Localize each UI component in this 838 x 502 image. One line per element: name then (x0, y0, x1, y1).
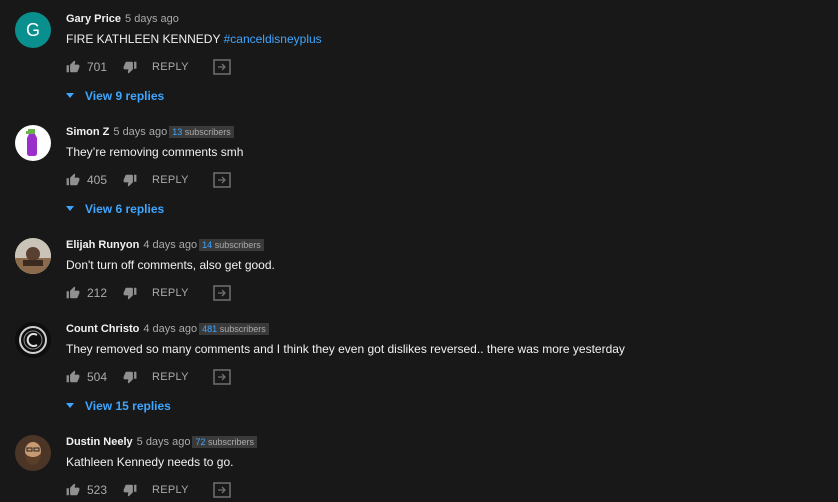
author-name[interactable]: Simon Z (66, 126, 109, 138)
comment-time[interactable]: 4 days ago (143, 323, 197, 335)
like-count: 523 (87, 483, 108, 497)
comment-header: Simon Z 5 days ago 13 subscribers (66, 125, 234, 139)
subscriber-label: subscribers (219, 324, 266, 334)
comment-text: Kathleen Kennedy needs to go. (66, 455, 234, 469)
like-count: 504 (87, 370, 108, 384)
comment-actions: 523 REPLY (66, 481, 231, 499)
avatar[interactable] (15, 435, 51, 471)
thumbs-down-icon[interactable] (123, 370, 137, 384)
view-replies-label: View 15 replies (85, 399, 171, 413)
reply-button[interactable]: REPLY (152, 287, 189, 299)
comment-time[interactable]: 5 days ago (125, 13, 179, 25)
extension-icon[interactable] (213, 172, 231, 188)
photo-avatar-icon (15, 238, 51, 274)
comment-text: Don't turn off comments, also get good. (66, 258, 275, 272)
comment-header: Count Christo 4 days ago 481 subscribers (66, 322, 269, 336)
author-name[interactable]: Dustin Neely (66, 436, 133, 448)
avatar[interactable]: G (15, 12, 51, 48)
like-count: 701 (87, 60, 108, 74)
comment-text: FIRE KATHLEEN KENNEDY #canceldisneyplus (66, 32, 322, 46)
comment-actions: 504 REPLY (66, 368, 231, 386)
avatar[interactable] (15, 322, 51, 358)
comment-actions: 405 REPLY (66, 171, 231, 189)
comment-header: Dustin Neely 5 days ago 72 subscribers (66, 435, 258, 449)
subscriber-count: 72 (195, 437, 206, 447)
subscriber-label: subscribers (184, 127, 231, 137)
chevron-down-icon (66, 206, 74, 211)
view-replies-button[interactable]: View 6 replies (66, 202, 164, 216)
comment-text: They removed so many comments and I thin… (66, 342, 625, 356)
like-count: 405 (87, 173, 108, 187)
comment-time[interactable]: 5 days ago (137, 436, 191, 448)
author-name[interactable]: Elijah Runyon (66, 239, 139, 251)
subscriber-badge: 481 subscribers (199, 323, 269, 335)
thumbs-up-icon[interactable] (66, 286, 80, 300)
reply-button[interactable]: REPLY (152, 371, 189, 383)
thumbs-up-icon[interactable] (66, 173, 80, 187)
comment-header: Elijah Runyon 4 days ago 14 subscribers (66, 238, 264, 252)
avatar[interactable] (15, 125, 51, 161)
comment-time[interactable]: 5 days ago (113, 126, 167, 138)
like-count: 212 (87, 286, 108, 300)
thumbs-up-icon[interactable] (66, 60, 80, 74)
subscriber-count: 481 (202, 324, 218, 334)
author-name[interactable]: Gary Price (66, 13, 121, 25)
extension-icon[interactable] (213, 482, 231, 498)
subscriber-badge: 72 subscribers (192, 436, 258, 448)
extension-icon[interactable] (213, 285, 231, 301)
reply-button[interactable]: REPLY (152, 174, 189, 186)
chevron-down-icon (66, 403, 74, 408)
subscriber-label: subscribers (208, 437, 255, 447)
thumbs-up-icon[interactable] (66, 483, 80, 497)
extension-icon[interactable] (213, 59, 231, 75)
view-replies-button[interactable]: View 15 replies (66, 399, 171, 413)
thumbs-down-icon[interactable] (123, 483, 137, 497)
reply-button[interactable]: REPLY (152, 61, 189, 73)
comment-header: Gary Price 5 days ago (66, 12, 179, 26)
author-name[interactable]: Count Christo (66, 323, 139, 335)
chevron-down-icon (66, 93, 74, 98)
comment-actions: 701 REPLY (66, 58, 231, 76)
extension-icon[interactable] (213, 369, 231, 385)
subscriber-count: 14 (202, 240, 213, 250)
view-replies-button[interactable]: View 9 replies (66, 89, 164, 103)
hashtag-link[interactable]: #canceldisneyplus (224, 32, 322, 46)
thumbs-down-icon[interactable] (123, 60, 137, 74)
subscriber-label: subscribers (214, 240, 261, 250)
spray-bottle-icon (26, 129, 37, 156)
thumbs-down-icon[interactable] (123, 173, 137, 187)
subscriber-badge: 13 subscribers (169, 126, 234, 138)
emblem-avatar-icon (15, 322, 51, 358)
reply-button[interactable]: REPLY (152, 484, 189, 496)
comment-body: FIRE KATHLEEN KENNEDY (66, 32, 224, 46)
avatar[interactable] (15, 238, 51, 274)
subscriber-count: 13 (172, 127, 183, 137)
thumbs-up-icon[interactable] (66, 370, 80, 384)
view-replies-label: View 9 replies (85, 89, 165, 103)
view-replies-label: View 6 replies (85, 202, 165, 216)
avatar-letter: G (25, 19, 40, 40)
bearded-man-avatar-icon (15, 435, 51, 471)
subscriber-badge: 14 subscribers (199, 239, 264, 251)
thumbs-down-icon[interactable] (123, 286, 137, 300)
comment-time[interactable]: 4 days ago (143, 239, 197, 251)
comment-actions: 212 REPLY (66, 284, 231, 302)
comment-text: They’re removing comments smh (66, 145, 244, 159)
